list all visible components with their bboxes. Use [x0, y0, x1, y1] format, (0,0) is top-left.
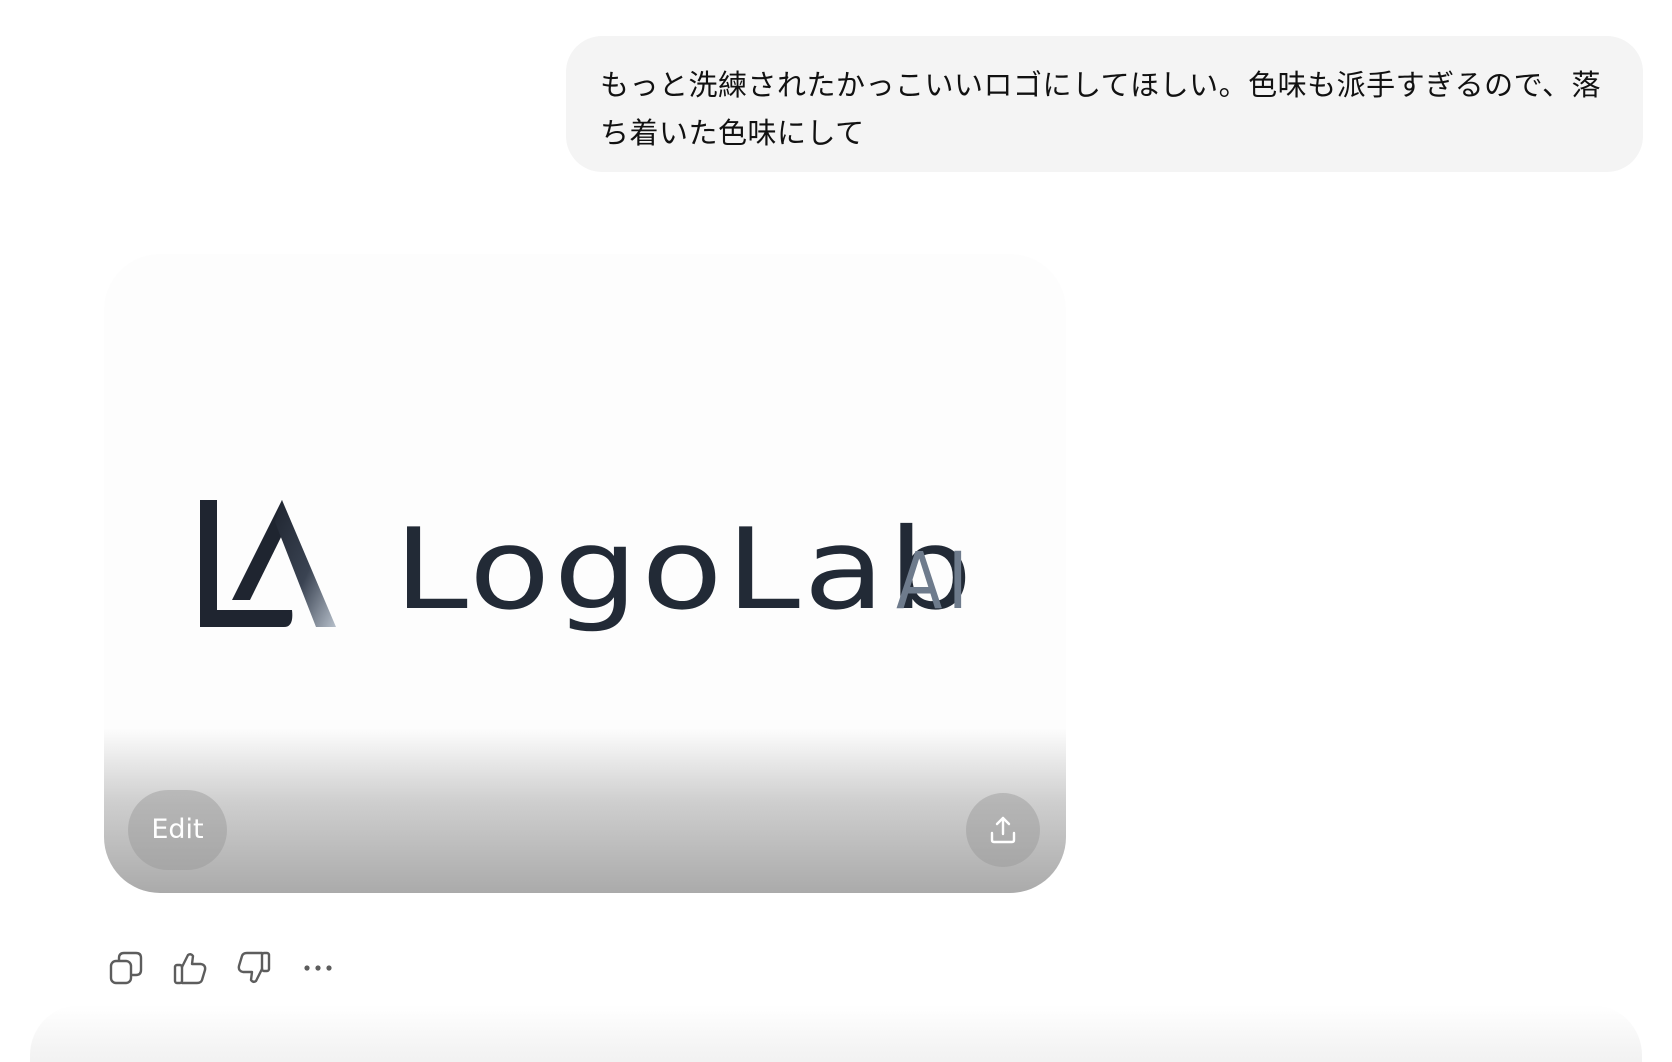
copy-button[interactable] [104, 946, 148, 990]
more-icon [304, 965, 332, 971]
composer-shadow [30, 1005, 1642, 1062]
thumbs-up-icon [173, 953, 207, 985]
user-message-bubble: もっと洗練されたかっこいいロゴにしてほしい。色味も派手すぎるので、落ち着いた色味… [566, 36, 1643, 172]
thumbs-down-button[interactable] [232, 946, 276, 990]
image-bottom-gradient [104, 728, 1066, 893]
edit-button-label: Edit [151, 814, 204, 845]
user-message-text: もっと洗練されたかっこいいロゴにしてほしい。色味も派手すぎるので、落ち着いた色味… [600, 68, 1601, 150]
logo-suffix: AI [896, 537, 973, 627]
thumbs-down-icon [237, 951, 271, 983]
edit-image-button[interactable]: Edit [128, 790, 227, 870]
logo-wordmark: LogoLab [394, 505, 976, 635]
share-image-button[interactable] [966, 793, 1040, 867]
logo-mark: LA [200, 500, 336, 627]
chat-page: もっと洗練されたかっこいいロゴにしてほしい。色味も派手すぎるので、落ち着いた色味… [0, 0, 1672, 1062]
message-action-bar [104, 946, 360, 990]
share-upload-icon [990, 816, 1016, 844]
copy-icon [109, 951, 143, 985]
more-options-button[interactable] [296, 946, 340, 990]
thumbs-up-button[interactable] [168, 946, 212, 990]
generated-image-card[interactable]: LA LogoLab AI Edit [104, 254, 1066, 893]
